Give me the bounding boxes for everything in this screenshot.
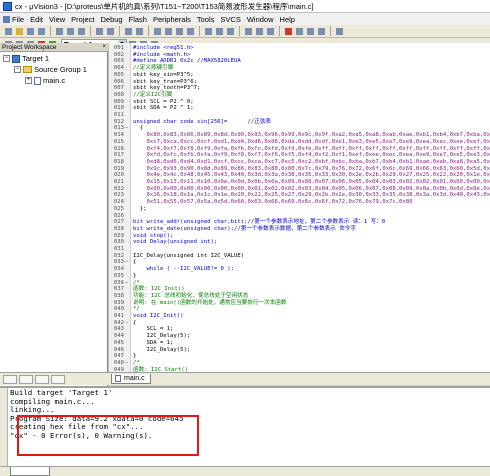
app-icon	[3, 1, 12, 11]
tree-item-source-group[interactable]: − Source Group 1	[14, 65, 87, 74]
toolbar-separator	[119, 26, 120, 36]
collapse-icon[interactable]: −	[14, 66, 21, 73]
menu-tools[interactable]: Tools	[197, 15, 215, 24]
menu-flash[interactable]: Flash	[129, 15, 147, 24]
menu-edit[interactable]: Edit	[30, 15, 43, 24]
build-output-line: linking...	[10, 405, 55, 415]
breakpoint-icon[interactable]	[294, 26, 304, 36]
configure-icon[interactable]	[334, 26, 344, 36]
disable-breakpoint-icon[interactable]	[305, 26, 315, 36]
tree-label: Target 1	[22, 54, 50, 63]
cut-icon[interactable]	[54, 26, 64, 36]
undo-icon[interactable]	[94, 26, 104, 36]
tab-functions[interactable]	[35, 374, 49, 384]
unindent-icon[interactable]	[214, 26, 224, 36]
toolbar-separator	[330, 26, 331, 36]
window-title: cx - μVision3 - [D:\proteus\单片机的真\系列\T15…	[15, 1, 314, 11]
menu-bar: File Edit View Project Debug Flash Perip…	[0, 13, 490, 25]
expand-icon[interactable]: +	[25, 77, 32, 84]
indent-icon[interactable]	[203, 26, 213, 36]
toolbar-separator	[148, 26, 149, 36]
menu-debug[interactable]: Debug	[101, 15, 123, 24]
tree-item-target[interactable]: − Target 1	[3, 54, 49, 63]
find-icon[interactable]	[243, 26, 253, 36]
menu-view[interactable]: View	[49, 15, 65, 24]
save-icon[interactable]	[25, 26, 35, 36]
file-icon	[115, 375, 121, 382]
incremental-find-icon[interactable]	[265, 26, 275, 36]
clear-bookmarks-icon[interactable]	[185, 26, 195, 36]
project-workspace: − Target 1 − Source Group 1 + main.c	[0, 52, 108, 386]
redo-icon[interactable]	[105, 26, 115, 36]
code-editor[interactable]: 001 #include <reg51.h> 002 #include <math.h…	[108, 43, 490, 372]
toolbar-separator	[199, 26, 200, 36]
open-folder-icon[interactable]	[14, 26, 24, 36]
workspace-tabs	[0, 372, 108, 385]
menu-svcs[interactable]: SVCS	[220, 15, 240, 24]
file-icon	[34, 76, 41, 85]
comment-icon[interactable]	[225, 26, 235, 36]
close-icon[interactable]: ×	[102, 43, 106, 52]
editor-tabstrip: main.c	[108, 372, 490, 385]
tree-label: main.c	[43, 76, 66, 85]
nav-back-icon[interactable]	[123, 26, 133, 36]
copy-icon[interactable]	[65, 26, 75, 36]
standard-toolbar	[0, 25, 490, 38]
highlight-annotation	[17, 415, 199, 456]
toolbar-separator	[239, 26, 240, 36]
next-bookmark-icon[interactable]	[174, 26, 184, 36]
build-output-gutter	[0, 388, 8, 466]
debug-start-icon[interactable]	[283, 26, 293, 36]
title-bar: cx - μVision3 - [D:\proteus\单片机的真\系列\T15…	[0, 0, 490, 13]
new-file-icon[interactable]	[3, 26, 13, 36]
folder-icon	[23, 66, 32, 73]
tree-item-main-c[interactable]: + main.c	[25, 76, 65, 85]
menu-window[interactable]: Window	[247, 15, 274, 24]
collapse-icon[interactable]: −	[3, 55, 10, 62]
build-output-window[interactable]: Build target 'Target 1' compiling main.c.…	[0, 386, 490, 466]
save-all-icon[interactable]	[36, 26, 46, 36]
tab-build[interactable]	[10, 467, 50, 476]
tab-files[interactable]	[3, 374, 17, 384]
menu-help[interactable]: Help	[280, 15, 295, 24]
menu-project[interactable]: Project	[71, 15, 94, 24]
output-tabs	[0, 466, 490, 476]
prev-bookmark-icon[interactable]	[163, 26, 173, 36]
paste-icon[interactable]	[76, 26, 86, 36]
tree-label: Source Group 1	[34, 65, 87, 74]
bookmark-icon[interactable]	[152, 26, 162, 36]
nav-forward-icon[interactable]	[134, 26, 144, 36]
target-icon	[12, 54, 20, 63]
tab-books[interactable]	[19, 374, 33, 384]
menu-file[interactable]: File	[3, 15, 24, 24]
tab-main-c[interactable]: main.c	[111, 374, 151, 384]
toolbar-separator	[90, 26, 91, 36]
toolbar-separator	[50, 26, 51, 36]
menu-peripherals[interactable]: Peripherals	[153, 15, 191, 24]
build-output-line: Build target 'Target 1'	[10, 388, 113, 397]
file-icon	[3, 15, 10, 23]
kill-breakpoints-icon[interactable]	[316, 26, 326, 36]
find-in-files-icon[interactable]	[254, 26, 264, 36]
tab-templates[interactable]	[51, 374, 65, 384]
toolbar-separator	[279, 26, 280, 36]
workspace-header: Project Workspace ×	[0, 43, 108, 52]
